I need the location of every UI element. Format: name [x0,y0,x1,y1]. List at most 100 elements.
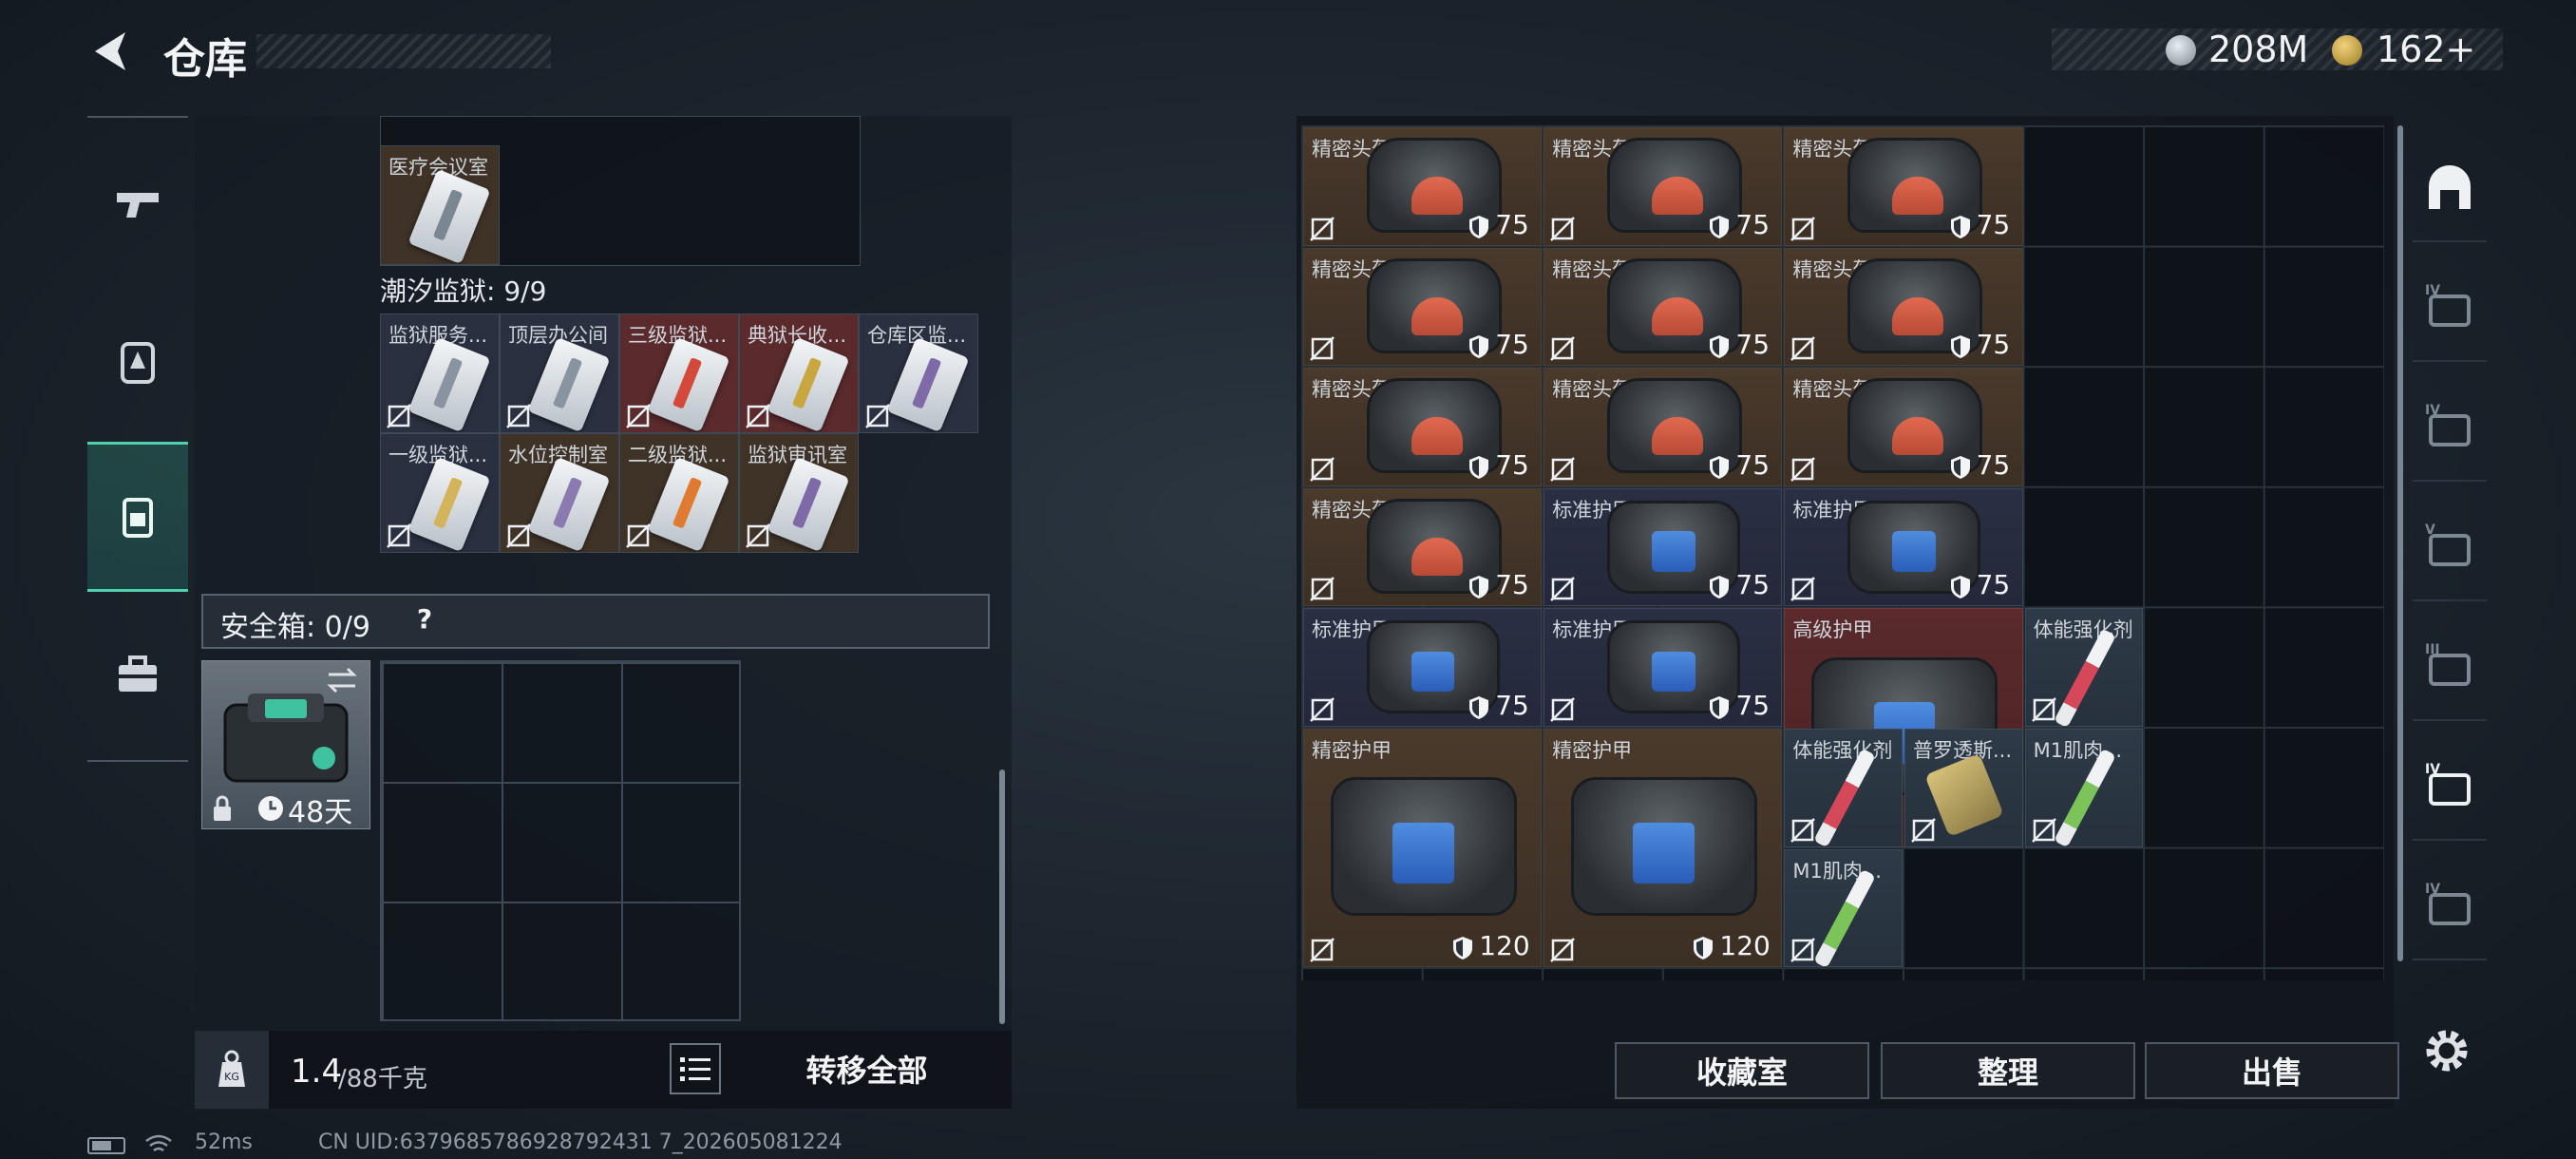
keycard-item[interactable]: 监狱服务... [380,314,500,433]
keycard-icon [407,456,491,552]
durability-shield-icon [1469,455,1489,479]
filter-tier-iv-6[interactable]: IV [2413,856,2487,960]
item-name: 高级护甲 [1792,618,1873,642]
stash-item[interactable]: 精密头盔 75 [1544,127,1783,246]
durability-value: 75 [1976,329,2011,361]
item-name: 体能强化剂 [1792,739,1893,762]
no-sell-icon [1310,216,1335,241]
stash-item[interactable]: 精密护甲 120 [1303,729,1543,968]
durability-shield-icon [1950,576,1970,599]
stash-item[interactable]: M1肌肉... [1784,848,1903,968]
stash-item[interactable]: 精密头盔 75 [1303,487,1543,607]
keycard-item[interactable]: 一级监狱... [380,433,500,553]
armor-icon [121,342,155,384]
title-decoration [256,34,551,68]
tier-iv-icon: IV [2425,283,2471,327]
durability-shield-icon [1469,335,1489,359]
no-sell-icon [2031,697,2056,722]
stash-item[interactable]: 精密头盔 75 [1303,127,1543,246]
keycard-item[interactable]: 二级监狱... [619,433,739,553]
tab-tools[interactable] [87,603,188,746]
filter-tier-iv-1[interactable]: IV [2413,257,2487,362]
durability-shield-icon [1453,937,1473,960]
stash-scrollbar[interactable] [2397,125,2403,961]
stash-item[interactable]: 普罗透斯... [1904,729,2023,847]
stash-item[interactable]: 标准护甲 75 [1544,608,1783,727]
stash-item[interactable]: 精密头盔 75 [1784,368,2023,486]
tab-armor[interactable] [87,290,188,432]
svg-text:KG: KG [224,1071,239,1083]
transfer-all-button[interactable]: 转移全部 [736,1040,997,1097]
safebox-days-remaining: 48天 [288,796,353,829]
back-arrow-icon[interactable] [85,27,135,76]
durability-value: 75 [1735,689,1771,721]
stash-item[interactable]: 精密头盔 75 [1784,247,2023,367]
filter-helmet-filter-0[interactable] [2413,138,2487,242]
stash-item[interactable]: 精密头盔 75 [1544,247,1783,367]
battery-icon [87,1137,125,1154]
list-view-button[interactable] [670,1043,721,1094]
no-sell-icon [1310,697,1335,722]
stash-item[interactable]: 标准护甲 75 [1303,608,1543,727]
safebox-help-button[interactable]: ? [407,603,443,637]
gear-icon[interactable] [2417,1021,2476,1080]
no-sell-icon [1310,577,1335,602]
tier-label: IV [2425,403,2440,418]
tier-v-icon: V [2425,522,2471,566]
left-scrollbar[interactable] [999,770,1005,1024]
lock-icon [214,795,231,821]
durability-shield-icon [1710,576,1730,599]
tier-iv-icon: IV [2425,403,2471,446]
no-sell-icon [506,404,531,428]
safebox-grid[interactable] [380,660,741,1021]
no-sell-icon [1911,817,1936,843]
keycard-item[interactable]: 医疗会议室 [380,145,500,265]
tab-warehouse[interactable] [87,442,188,592]
stash-item[interactable]: 精密头盔 75 [1544,368,1783,486]
keycard-item[interactable]: 监狱审讯室 [739,433,859,553]
no-sell-icon [387,523,411,548]
swap-icon[interactable] [325,665,359,695]
keycard-item[interactable]: 三级监狱... [619,314,739,433]
stash-item[interactable]: 精密头盔 75 [1303,247,1543,367]
stash-item[interactable]: 标准护甲 75 [1544,487,1783,607]
silver-currency-amount[interactable]: 208M [2208,28,2308,70]
filter-tier-iv-2[interactable]: IV [2413,377,2487,482]
no-sell-icon [1310,456,1335,482]
keycard-item[interactable]: 顶层办公间 [500,314,619,433]
keycard-item[interactable]: 水位控制室 [500,433,619,553]
silver-coin-icon [2166,35,2196,66]
organize-button[interactable]: 整理 [1881,1042,2135,1099]
durability-shield-icon [1950,335,1970,359]
stash-item[interactable]: 精密头盔 75 [1303,368,1543,486]
durability-value: 75 [1495,569,1529,601]
tab-weapons[interactable] [87,133,188,276]
helmet-filter-icon [2429,165,2471,209]
durability-shield-icon [1694,937,1714,960]
no-sell-icon [1790,216,1816,241]
filter-tier-iii-4[interactable]: III [2413,617,2487,721]
filter-tier-v-3[interactable]: V [2413,497,2487,601]
sell-button[interactable]: 出售 [2145,1042,2399,1099]
keycard-item[interactable]: 典狱长收... [739,314,859,433]
no-sell-icon [1790,817,1816,843]
keycard-item[interactable]: 仓库区监... [859,314,978,433]
stash-item[interactable]: 精密护甲 120 [1544,729,1783,968]
no-sell-icon [1550,216,1576,241]
collection-room-button[interactable]: 收藏室 [1615,1042,1869,1099]
filter-tier-iv-plus-5[interactable]: IV [2413,736,2487,841]
durability-value: 75 [1495,208,1529,240]
gold-currency-amount[interactable]: 162+ [2377,28,2475,70]
item-name: M1肌肉... [1792,859,1882,883]
no-sell-icon [1790,938,1816,963]
durability-value: 75 [1976,448,2011,481]
stash-item[interactable]: 精密头盔 75 [1784,127,2023,246]
stash-item[interactable]: 体能强化剂 [2024,608,2144,727]
no-sell-icon [2031,817,2056,843]
stash-item[interactable]: M1肌肉... [2024,729,2144,847]
stash-item[interactable]: 体能强化剂 [1784,729,1903,847]
stash-item[interactable]: 标准护甲 75 [1784,487,2023,607]
durability-shield-icon [1710,455,1730,479]
no-sell-icon [1310,336,1335,362]
durability-value: 120 [1479,930,1530,962]
